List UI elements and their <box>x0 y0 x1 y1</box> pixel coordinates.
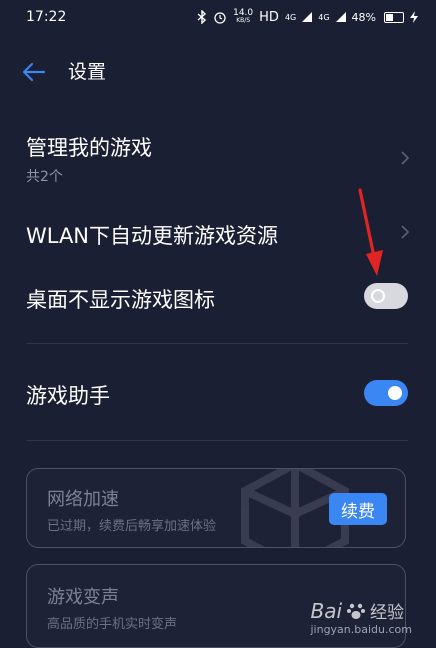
manage-games-count: 共2个 <box>26 169 63 185</box>
signal-bars-icon <box>302 12 313 22</box>
watermark-brand: Bai <box>310 598 343 623</box>
baidu-watermark: Bai 经验 jingyan.baidu.com <box>310 598 412 637</box>
top-bar: 设置 <box>0 50 436 94</box>
manage-games-label: 管理我的游戏 <box>26 136 152 160</box>
charging-icon <box>410 11 418 23</box>
voice-changer-title: 游戏变声 <box>47 587 119 608</box>
net-speed: 14.0 <box>233 8 254 18</box>
status-icons: 14.0 KB/S HD 4G 4G 48% <box>197 8 418 25</box>
bluetooth-icon <box>197 10 207 24</box>
manage-games-item[interactable]: 管理我的游戏 共2个 <box>0 124 436 190</box>
toggle-knob <box>371 289 385 303</box>
alarm-icon <box>214 12 226 24</box>
page-title: 设置 <box>68 61 107 83</box>
game-assistant-toggle[interactable] <box>364 380 408 406</box>
voice-changer-subtitle: 高品质的手机实时变声 <box>47 617 178 632</box>
back-arrow-icon[interactable] <box>20 60 48 84</box>
chevron-right-icon <box>401 151 410 165</box>
network-boost-subtitle: 已过期，续费后畅享加速体验 <box>47 519 217 534</box>
status-time: 17:22 <box>26 9 67 25</box>
battery-percent: 48% <box>351 10 376 24</box>
wlan-update-label: WLAN下自动更新游戏资源 <box>26 224 279 248</box>
battery-icon <box>384 11 404 23</box>
watermark-url: jingyan.baidu.com <box>310 623 412 636</box>
toggle-knob <box>388 386 402 400</box>
chevron-right-icon <box>401 225 410 239</box>
divider <box>26 343 408 344</box>
hide-icon-toggle[interactable] <box>364 283 408 309</box>
net-unit: KB/S <box>236 17 251 24</box>
signal-2: 4G <box>318 12 330 22</box>
paw-icon <box>347 603 366 619</box>
divider <box>26 440 408 441</box>
watermark-suffix: 经验 <box>370 603 405 623</box>
status-bar: 17:22 14.0 KB/S HD 4G 4G 48% <box>0 0 436 34</box>
hd-indicator: HD <box>259 9 279 25</box>
renew-button[interactable]: 续费 <box>329 493 387 525</box>
hide-icon-item: 桌面不显示游戏图标 <box>0 276 436 320</box>
game-assistant-item: 游戏助手 <box>0 372 436 416</box>
signal-1: 4G <box>284 12 297 22</box>
game-assistant-label: 游戏助手 <box>26 384 110 408</box>
network-boost-title: 网络加速 <box>47 489 119 510</box>
network-boost-card[interactable]: 网络加速 已过期，续费后畅享加速体验 续费 <box>26 468 406 548</box>
hide-icon-label: 桌面不显示游戏图标 <box>26 288 215 312</box>
annotation-arrow-icon <box>358 188 383 276</box>
signal-bars-icon-2 <box>335 12 346 22</box>
